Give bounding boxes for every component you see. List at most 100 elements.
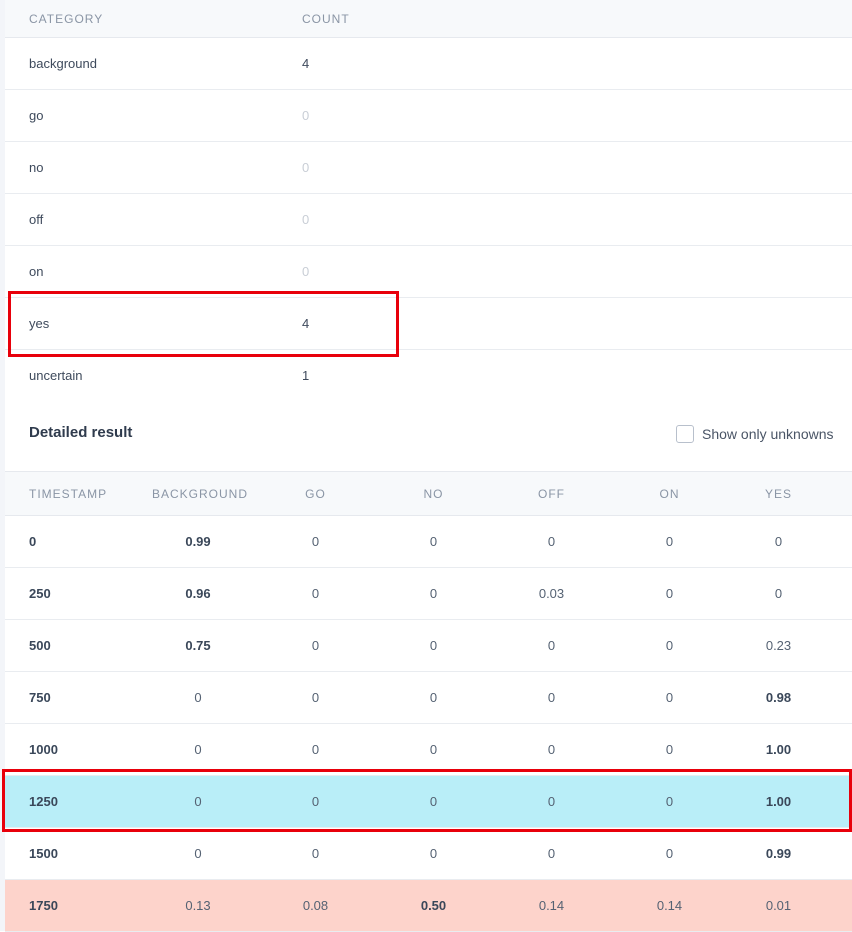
yes-cell: 0 (774, 586, 783, 601)
category-name: no (29, 160, 44, 175)
category-count: 0 (302, 108, 310, 123)
summary-row: off 0 (5, 194, 852, 246)
on-cell: 0 (665, 846, 674, 861)
count-column-header: COUNT (302, 11, 350, 26)
yes-column-header: YES (764, 486, 792, 501)
go-cell: 0 (311, 534, 320, 549)
off-cell: 0 (547, 690, 556, 705)
background-cell: 0 (194, 846, 202, 861)
detailed-result-table: TIMESTAMP BACKGROUND GO NO OFF ON YES 0 … (5, 471, 852, 932)
category-count: 4 (302, 56, 310, 71)
timestamp-cell: 750 (29, 690, 51, 705)
category-name: on (29, 264, 44, 279)
detail-row: 750 0 0 0 0 0 0.98 (5, 672, 852, 724)
detail-header-row: TIMESTAMP BACKGROUND GO NO OFF ON YES (5, 471, 852, 516)
category-count: 4 (302, 316, 310, 331)
on-cell: 0 (665, 638, 674, 653)
show-only-unknowns-filter[interactable]: Show only unknowns (676, 425, 834, 443)
detail-row: 0 0.99 0 0 0 0 0 (5, 516, 852, 568)
category-count: 0 (302, 160, 310, 175)
off-column-header: OFF (538, 486, 565, 501)
go-cell: 0 (311, 794, 320, 809)
category-count: 1 (302, 368, 310, 383)
go-cell: 0.08 (302, 898, 329, 913)
summary-row: go 0 (5, 90, 852, 142)
background-cell: 0.99 (185, 534, 211, 549)
background-cell: 0.96 (185, 586, 211, 601)
summary-row: background 4 (5, 38, 852, 90)
off-cell: 0 (547, 638, 556, 653)
category-count: 0 (302, 264, 310, 279)
off-cell: 0 (547, 846, 556, 861)
background-column-header: BACKGROUND (152, 486, 249, 501)
detail-row-uncertain: 1750 0.13 0.08 0.50 0.14 0.14 0.01 (5, 880, 852, 932)
no-column-header: NO (423, 486, 444, 501)
timestamp-cell: 1750 (29, 898, 58, 913)
off-cell: 0.14 (538, 898, 565, 913)
timestamp-cell: 0 (29, 534, 37, 549)
category-name: yes (29, 316, 50, 331)
background-cell: 0 (194, 794, 202, 809)
category-column-header: CATEGORY (29, 11, 104, 26)
timestamp-cell: 500 (29, 638, 51, 653)
timestamp-cell: 1500 (29, 846, 58, 861)
detail-row: 1500 0 0 0 0 0 0.99 (5, 828, 852, 880)
category-name: go (29, 108, 44, 123)
yes-cell: 0.99 (765, 846, 792, 861)
summary-row: no 0 (5, 142, 852, 194)
off-cell: 0 (547, 534, 556, 549)
no-cell: 0 (429, 638, 438, 653)
yes-cell: 0.23 (765, 638, 792, 653)
yes-cell: 0 (774, 534, 783, 549)
yes-cell: 0.98 (765, 690, 792, 705)
detail-row: 250 0.96 0 0 0.03 0 0 (5, 568, 852, 620)
off-cell: 0 (547, 742, 556, 757)
category-name: uncertain (29, 368, 83, 383)
timestamp-column-header: TIMESTAMP (29, 486, 108, 501)
on-column-header: ON (659, 486, 680, 501)
show-only-unknowns-label[interactable]: Show only unknowns (702, 426, 834, 442)
no-cell: 0 (429, 794, 438, 809)
detail-row: 500 0.75 0 0 0 0 0.23 (5, 620, 852, 672)
go-cell: 0 (311, 690, 320, 705)
detail-row: 1000 0 0 0 0 0 1.00 (5, 724, 852, 776)
go-cell: 0 (311, 742, 320, 757)
on-cell: 0 (665, 586, 674, 601)
no-cell: 0 (429, 586, 438, 601)
category-count: 0 (302, 212, 310, 227)
timestamp-cell: 1000 (29, 742, 58, 757)
go-cell: 0 (311, 638, 320, 653)
background-cell: 0 (194, 742, 202, 757)
summary-row: uncertain 1 (5, 350, 852, 401)
no-cell: 0 (429, 534, 438, 549)
on-cell: 0 (665, 794, 674, 809)
yes-cell: 0.01 (765, 898, 792, 913)
no-cell: 0 (429, 846, 438, 861)
on-cell: 0 (665, 690, 674, 705)
no-cell: 0 (429, 690, 438, 705)
timestamp-cell: 250 (29, 586, 51, 601)
off-cell: 0.03 (538, 586, 565, 601)
on-cell: 0 (665, 534, 674, 549)
summary-row: yes 4 (5, 298, 852, 350)
background-cell: 0.13 (185, 898, 211, 913)
go-column-header: GO (305, 486, 326, 501)
category-name: off (29, 212, 44, 227)
on-cell: 0.14 (656, 898, 683, 913)
show-only-unknowns-checkbox[interactable] (676, 425, 694, 443)
off-cell: 0 (547, 794, 556, 809)
go-cell: 0 (311, 846, 320, 861)
timestamp-cell: 1250 (29, 794, 58, 809)
summary-row: on 0 (5, 246, 852, 298)
no-cell: 0 (429, 742, 438, 757)
category-summary-table: CATEGORY COUNT background 4 go 0 no 0 of… (5, 0, 852, 401)
go-cell: 0 (311, 586, 320, 601)
detail-row-selected[interactable]: 1250 0 0 0 0 0 1.00 (5, 776, 852, 828)
yes-cell: 1.00 (765, 742, 792, 757)
on-cell: 0 (665, 742, 674, 757)
background-cell: 0 (194, 690, 202, 705)
yes-cell: 1.00 (765, 794, 792, 809)
category-name: background (29, 56, 97, 71)
background-cell: 0.75 (185, 638, 211, 653)
summary-header-row: CATEGORY COUNT (5, 0, 852, 38)
